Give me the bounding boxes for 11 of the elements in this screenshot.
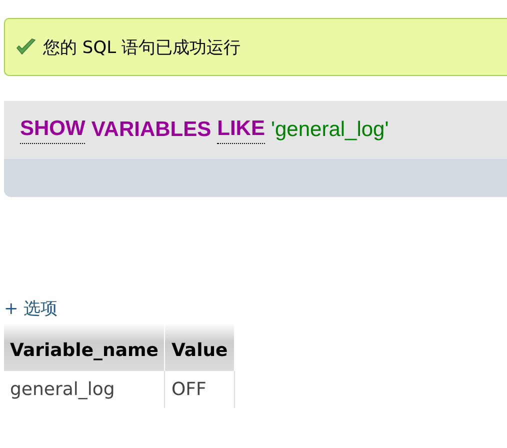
sql-keyword: VARIABLES (91, 118, 212, 142)
table-cell: OFF (164, 371, 234, 408)
checkmark-icon (15, 37, 37, 57)
column-header[interactable]: Variable_name (4, 323, 165, 371)
column-header[interactable]: Value (164, 323, 234, 371)
sql-keyword[interactable]: SHOW (20, 116, 86, 144)
table-cell: general_log (4, 371, 165, 408)
sql-string: 'general_log' (270, 118, 389, 142)
sql-keyword[interactable]: LIKE (217, 116, 265, 144)
options-link[interactable]: + 选项 (4, 297, 58, 319)
message-text: 您的 SQL 语句已成功运行 (43, 36, 240, 58)
